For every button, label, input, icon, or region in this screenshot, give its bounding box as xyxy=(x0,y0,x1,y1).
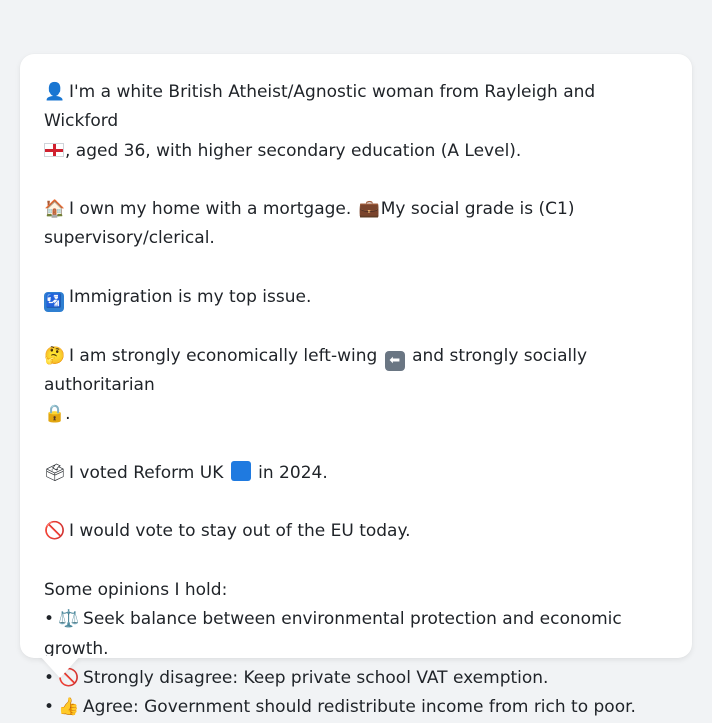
person-icon: 👤 xyxy=(44,82,66,102)
prohibited-icon: 🚫 xyxy=(44,521,66,542)
opinion-text: Strongly disagree: Keep private school V… xyxy=(83,667,549,688)
blue-square-icon xyxy=(230,460,251,481)
vote-text: I voted Reform UK xyxy=(69,462,224,483)
opinion-text: Agree: Government should redistribute in… xyxy=(83,697,636,718)
identity-paragraph: 👤 I'm a white British Atheist/Agnostic wo… xyxy=(44,78,672,166)
identity-text-continued: , aged 36, with higher secondary educati… xyxy=(65,140,522,161)
thumbs-up-icon: 👍 xyxy=(58,697,80,718)
social-grade-text-continued: supervisory/clerical. xyxy=(44,228,215,249)
house-icon: 🏠 xyxy=(44,199,66,220)
england-flag-icon xyxy=(44,142,64,157)
vote-paragraph: 🗳 I voted Reform UK in 2024. xyxy=(44,459,672,488)
lock-icon: 🔒 xyxy=(44,404,66,425)
opinions-section: Some opinions I hold: • ⚖️ Seek balance be… xyxy=(44,576,672,722)
passport-control-icon: 🛂 xyxy=(44,292,64,313)
speech-bubble-tail xyxy=(40,656,80,678)
bullet: • xyxy=(44,697,55,718)
opinion-item: • 👍 Agree: Government should redistribute … xyxy=(44,693,672,722)
balance-scale-icon: ⚖️ xyxy=(58,609,80,630)
housing-paragraph: 🏠 I own my home with a mortgage. 💼My soci… xyxy=(44,195,672,254)
opinion-item: • 🚫 Strongly disagree: Keep private school… xyxy=(44,664,672,693)
ideology-paragraph: 🤔 I am strongly economically left-wing ⬅ … xyxy=(44,342,672,430)
left-arrow-icon: ⬅ xyxy=(384,350,405,371)
thinking-face-icon: 🤔 xyxy=(44,345,66,366)
briefcase-icon: 💼 xyxy=(358,199,380,220)
ideology-text: I am strongly economically left-wing xyxy=(69,345,378,366)
social-grade-text: My social grade is (C1) xyxy=(380,199,575,220)
identity-text: I'm a white British Atheist/Agnostic wom… xyxy=(44,82,596,132)
ideology-period: . xyxy=(65,404,71,425)
persona-message-card: 👤 I'm a white British Atheist/Agnostic wo… xyxy=(20,54,692,717)
ballot-box-icon: 🗳 xyxy=(44,462,66,483)
opinions-heading: Some opinions I hold: xyxy=(44,580,228,601)
eu-paragraph: 🚫 I would vote to stay out of the EU toda… xyxy=(44,517,672,546)
top-issue-text: Immigration is my top issue. xyxy=(69,287,312,308)
vote-year-text: in 2024. xyxy=(258,462,328,483)
top-issue-paragraph: 🛂 Immigration is my top issue. xyxy=(44,283,672,313)
bullet: • xyxy=(44,609,55,630)
opinion-item: • ⚖️ Seek balance between environmental pr… xyxy=(44,605,672,664)
opinion-text: Seek balance between environmental prote… xyxy=(44,609,622,659)
housing-text: I own my home with a mortgage. xyxy=(69,199,352,220)
eu-text: I would vote to stay out of the EU today… xyxy=(69,521,411,542)
